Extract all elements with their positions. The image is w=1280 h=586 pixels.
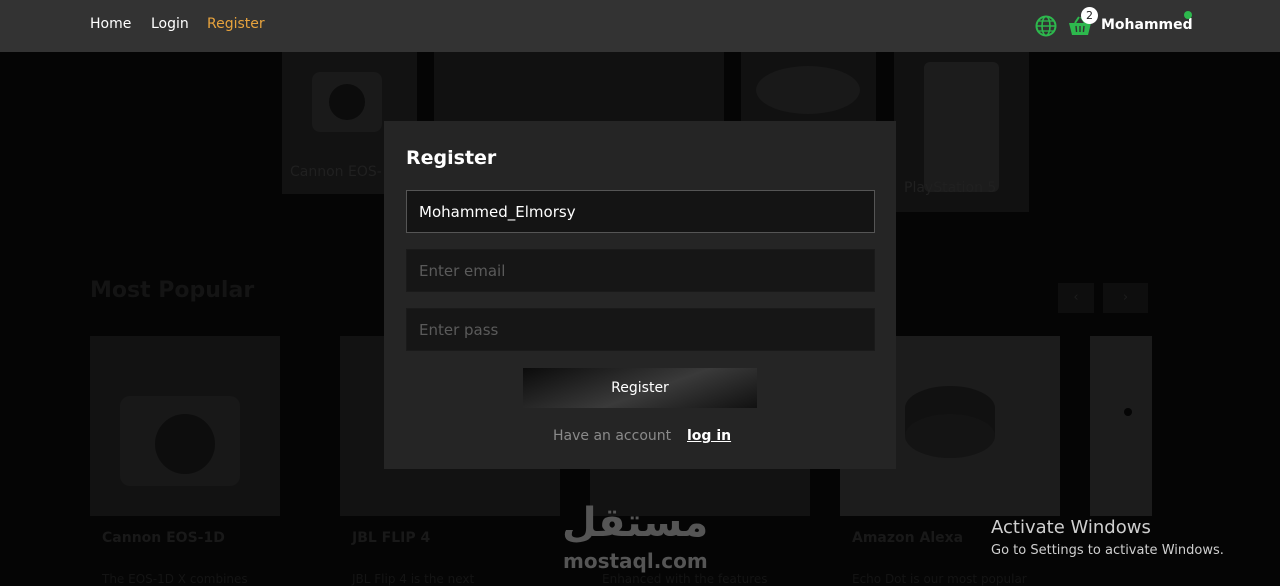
login-link[interactable]: log in	[687, 428, 731, 444]
mostaql-watermark-logo: مستقل	[562, 500, 709, 546]
hero-caption-playstation: PlayStation 5	[904, 180, 997, 196]
activate-windows-subtitle: Go to Settings to activate Windows.	[991, 543, 1224, 558]
email-input[interactable]	[406, 249, 875, 292]
nav-link-home[interactable]: Home	[90, 16, 131, 32]
hero-card-echo	[741, 52, 876, 122]
register-modal: Register Register Have an account log in	[384, 121, 896, 469]
username-input[interactable]	[406, 190, 875, 233]
register-button[interactable]: Register	[523, 368, 757, 408]
nav-link-login[interactable]: Login	[151, 16, 189, 32]
have-account-text: Have an account	[553, 428, 672, 444]
mostaql-watermark-url: mostaql.com	[563, 549, 708, 573]
echo-image	[756, 66, 860, 114]
globe-icon[interactable]	[1035, 15, 1057, 37]
cart-count-badge: 2	[1081, 7, 1098, 24]
online-status-dot	[1184, 11, 1192, 19]
hero-caption-camera: Cannon EOS-	[290, 164, 382, 180]
password-input[interactable]	[406, 308, 875, 351]
top-navbar: Home Login Register 2 Mohammed	[0, 0, 1280, 52]
modal-title: Register	[406, 147, 497, 169]
activate-windows-title: Activate Windows	[991, 517, 1151, 538]
hero-card-speaker	[434, 52, 724, 122]
nav-link-register[interactable]: Register	[207, 16, 265, 32]
user-name[interactable]: Mohammed	[1101, 17, 1193, 33]
